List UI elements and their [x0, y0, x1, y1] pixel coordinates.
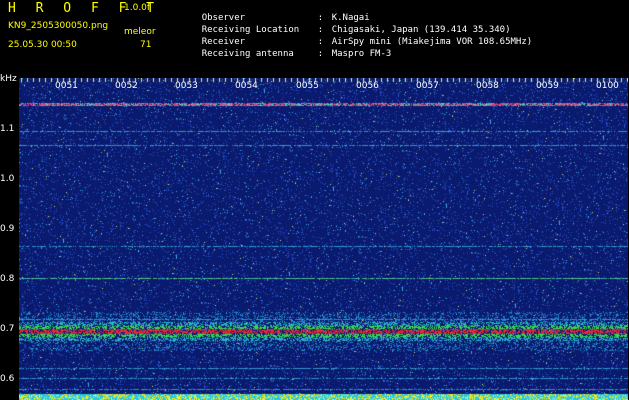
- capture-datetime: 25.05.30 00:50: [8, 40, 77, 50]
- frequency-tick-label: 1.0: [0, 174, 15, 184]
- y-axis-unit: kHz: [0, 74, 17, 84]
- frequency-tick-label: 0.6: [0, 374, 15, 384]
- counter-value: 71: [140, 40, 152, 50]
- frequency-tick-label: 0.7: [0, 324, 15, 334]
- file-name: KN9_2505300050.png: [8, 21, 109, 31]
- time-tick-label: 0059: [536, 81, 559, 91]
- time-tick-label: 0056: [356, 81, 379, 91]
- app-version: 1.0.0f: [124, 3, 151, 13]
- info-key: Receiving antenna: [201, 49, 294, 59]
- time-tick-label: 0054: [235, 81, 258, 91]
- time-tick-label: 0053: [175, 81, 198, 91]
- frequency-tick-label: 0.8: [0, 274, 15, 284]
- time-tick-label: 0058: [476, 81, 499, 91]
- time-tick-label: 0051: [55, 81, 78, 91]
- counter-label: meleor: [124, 27, 156, 37]
- time-tick-label: 0057: [416, 81, 439, 91]
- spectrogram-canvas: [19, 78, 628, 400]
- frequency-tick-label: 0.9: [0, 224, 15, 234]
- frequency-tick-label: 1.1: [0, 124, 15, 134]
- time-tick-label: 0100: [596, 81, 619, 91]
- info-antenna: Receiving antenna: Maspro FM-3: [201, 49, 392, 59]
- spectrogram-plot: [19, 78, 628, 400]
- info-value: Maspro FM-3: [331, 49, 392, 59]
- time-tick-label: 0052: [115, 81, 138, 91]
- hroftt-spectrogram-window: H R O F F T 1.0.0f KN9_2505300050.png me…: [0, 0, 629, 400]
- time-tick-label: 0055: [296, 81, 319, 91]
